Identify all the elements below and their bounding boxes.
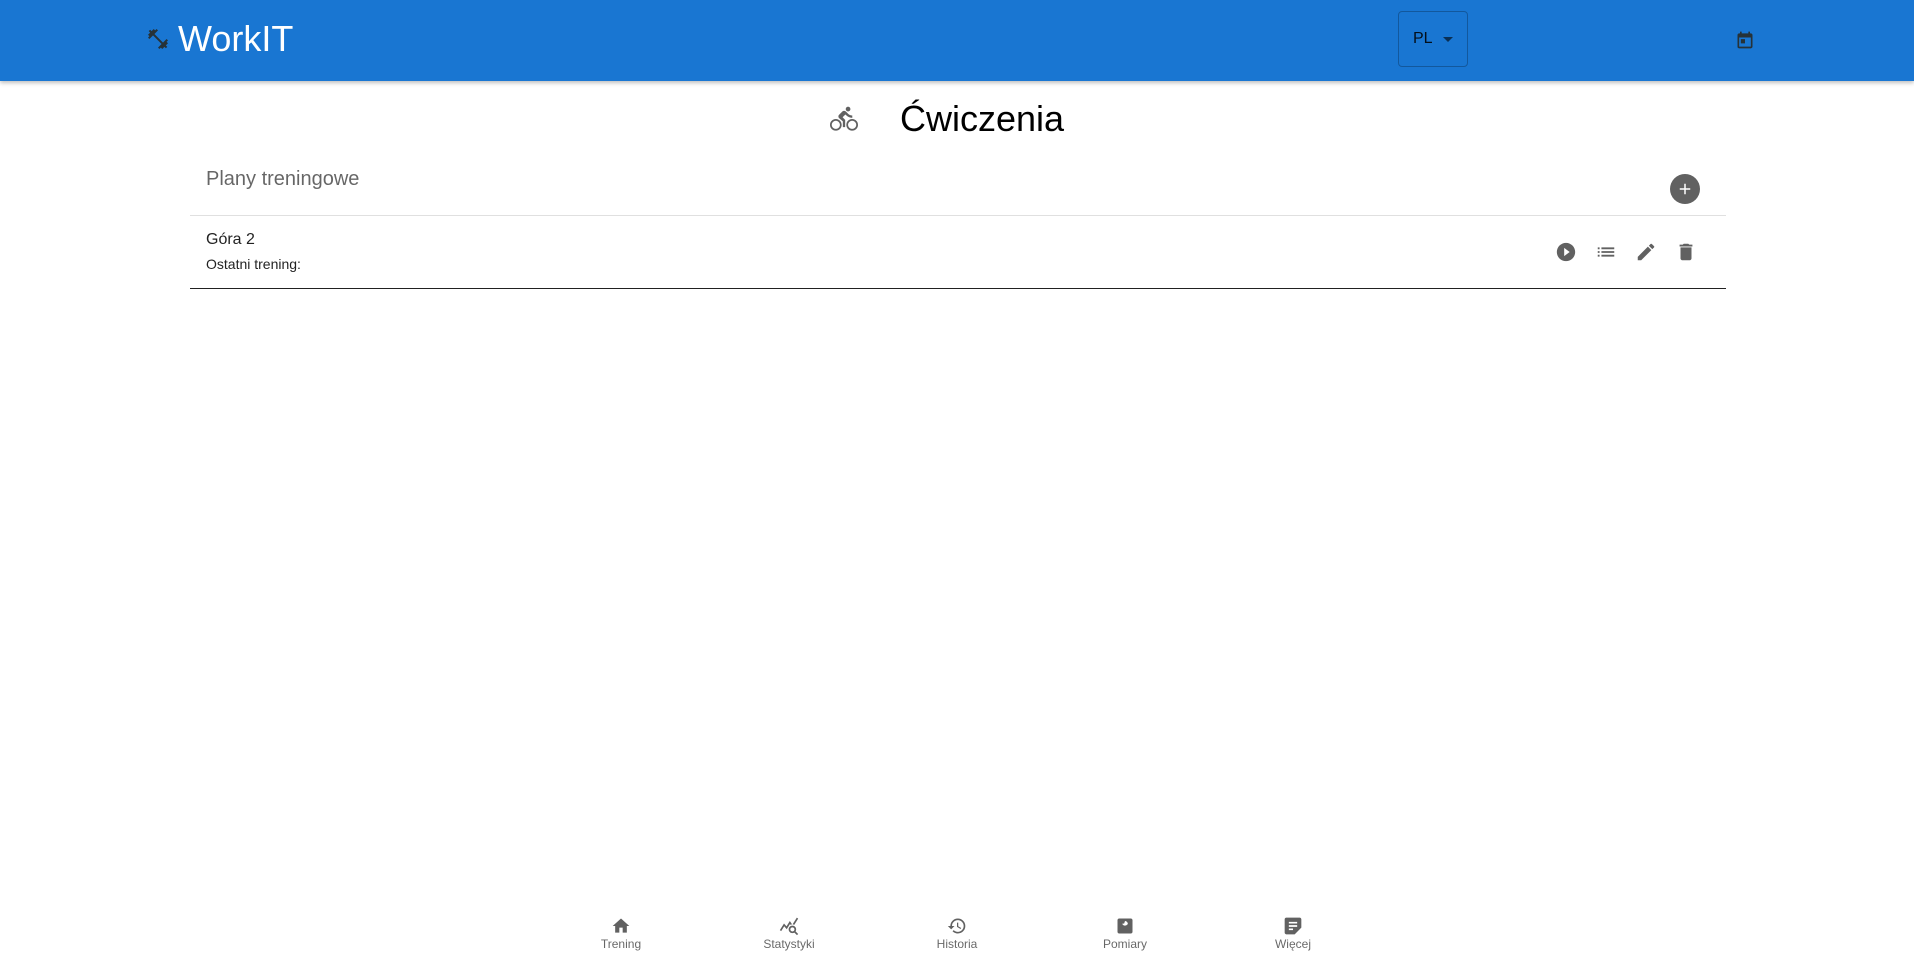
list-icon (1595, 241, 1617, 263)
plan-name: Góra 2 (206, 231, 255, 248)
edit-plan-button[interactable] (1634, 240, 1658, 264)
page-heading: Ćwiczenia (0, 94, 1914, 144)
plans-header: Plany treningowe (190, 150, 1726, 216)
plan-last-training: Ostatni trening: (206, 256, 301, 272)
delete-plan-button[interactable] (1674, 240, 1698, 264)
plan-actions (1538, 240, 1698, 264)
nav-label-historia: Historia (936, 937, 978, 951)
language-select[interactable]: PL (1398, 11, 1468, 67)
nav-item-pomiary[interactable]: Pomiary (1041, 904, 1209, 960)
play-icon (1555, 241, 1577, 263)
nav-label-statystyki: Statystyki (763, 937, 815, 951)
delete-icon (1675, 241, 1697, 263)
add-plan-button[interactable] (1670, 174, 1700, 204)
edit-icon (1635, 241, 1657, 263)
dumbbell-icon (146, 27, 170, 51)
page-title: Ćwiczenia (899, 98, 1065, 139)
stats-icon (779, 916, 799, 936)
plans-title: Plany treningowe (206, 168, 360, 190)
nav-item-trening[interactable]: Trening (537, 904, 705, 960)
app-title: WorkIT (178, 18, 294, 59)
nav-label-pomiary: Pomiary (1102, 937, 1147, 951)
app-bar: WorkIT PL (0, 0, 1914, 81)
calendar-button[interactable] (1731, 26, 1759, 54)
start-plan-button[interactable] (1554, 240, 1578, 264)
plan-details-button[interactable] (1594, 240, 1618, 264)
nav-item-wiecej[interactable]: Więcej (1209, 904, 1377, 960)
nav-label-wiecej: Więcej (1274, 937, 1311, 951)
scale-icon (1115, 916, 1135, 936)
home-icon (611, 916, 631, 936)
calendar-icon (1735, 30, 1755, 50)
chevron-down-icon (1442, 36, 1453, 42)
nav-item-statystyki[interactable]: Statystyki (705, 904, 873, 960)
bottom-navigation: Trening Statystyki Historia Pomiary Więc… (0, 904, 1914, 960)
training-plans-list: Plany treningowe Góra 2 Ostatni trening: (190, 150, 1726, 289)
add-icon (1676, 180, 1694, 198)
history-icon (947, 916, 967, 936)
app-brand[interactable]: WorkIT (146, 14, 293, 64)
more-icon (1283, 916, 1303, 936)
plan-row[interactable]: Góra 2 Ostatni trening: (190, 216, 1726, 289)
bike-icon (829, 105, 858, 133)
language-select-value: PL (1413, 30, 1433, 47)
nav-item-historia[interactable]: Historia (873, 904, 1041, 960)
nav-label-trening: Trening (600, 937, 642, 951)
